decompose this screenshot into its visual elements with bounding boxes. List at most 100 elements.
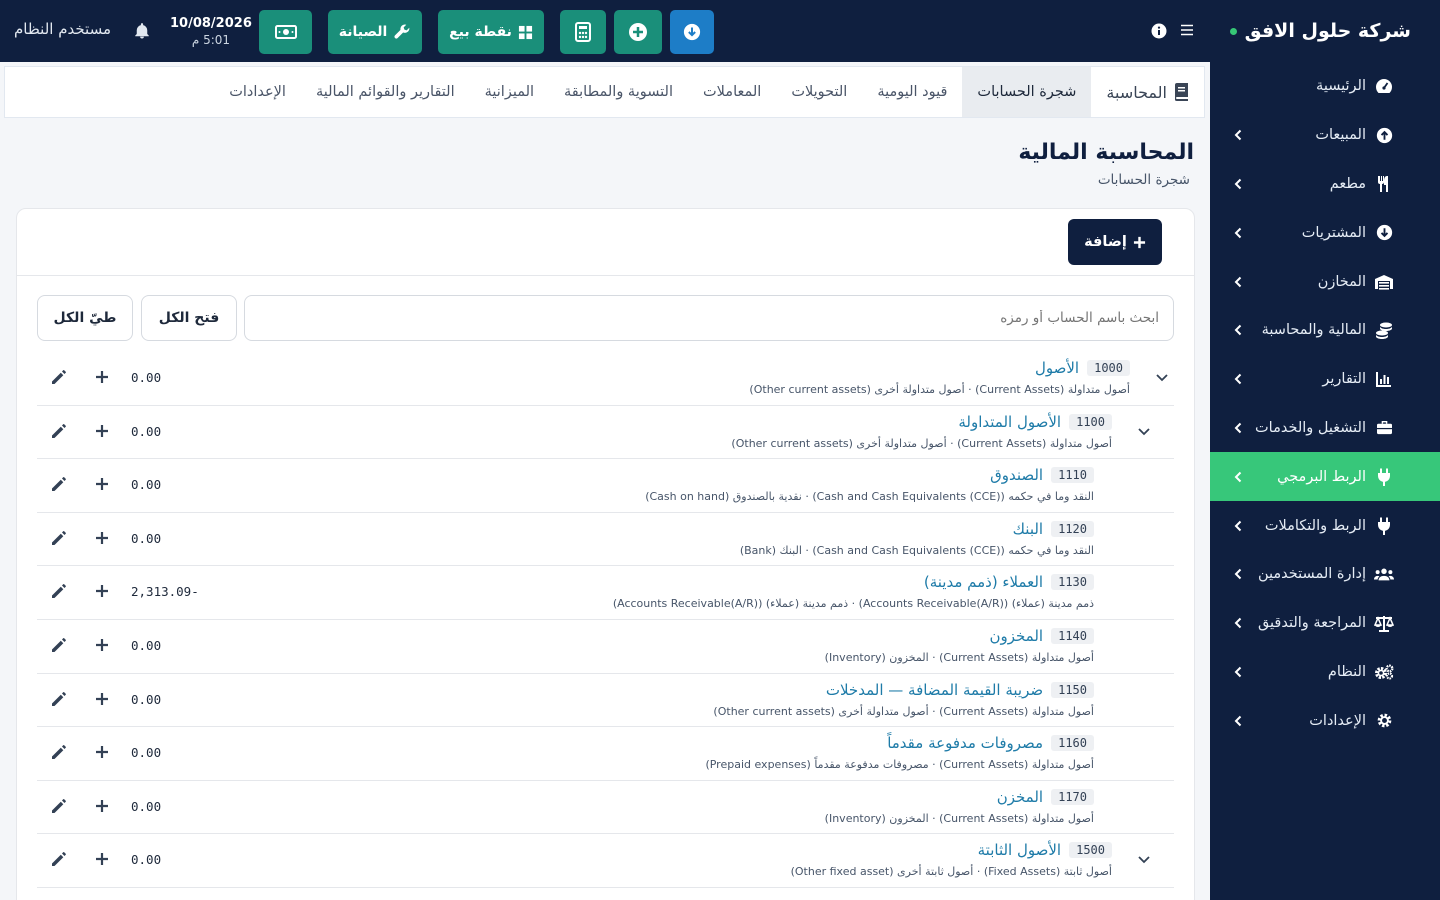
account-row[interactable]: 1140 المخزون أصول متداولة (Current Assets…: [37, 620, 1174, 674]
edit-icon[interactable]: [50, 690, 68, 708]
page-subtitle: شجرة الحسابات: [1097, 172, 1190, 188]
coins-icon: [1374, 320, 1394, 340]
tab-reconciliation[interactable]: التسوية والمطابقة: [549, 67, 688, 117]
account-name[interactable]: ضريبة القيمة المضافة — المدخلات: [826, 681, 1043, 699]
account-description: أصول متداولة (Current Assets) · أصول متد…: [713, 704, 1094, 718]
edit-icon[interactable]: [50, 743, 68, 761]
account-row[interactable]: 1170 المخزن أصول متداولة (Current Assets)…: [37, 781, 1174, 835]
account-row[interactable]: 1000 الأصول أصول متداولة (Current Assets)…: [37, 352, 1174, 406]
account-row[interactable]: 1120 البنك النقد وما في حكمه (Cash and Ca…: [37, 513, 1174, 567]
chevron-down-icon[interactable]: [1136, 851, 1152, 867]
add-child-icon[interactable]: [94, 691, 110, 707]
money-icon: [274, 25, 297, 39]
tab-accounting[interactable]: المحاسبة: [1091, 67, 1204, 117]
sidebar-item-purchases[interactable]: المشتريات: [1210, 208, 1440, 257]
sidebar-item-reports[interactable]: التقارير: [1210, 355, 1440, 404]
add-child-icon[interactable]: [94, 637, 110, 653]
chevron-left-icon: [1232, 471, 1244, 483]
tab-financial-reports[interactable]: التقارير والقوائم المالية: [301, 67, 470, 117]
add-child-icon[interactable]: [94, 798, 110, 814]
edit-icon[interactable]: [50, 529, 68, 547]
add-child-icon[interactable]: [94, 369, 110, 385]
bell-icon[interactable]: [133, 22, 151, 40]
edit-icon[interactable]: [50, 475, 68, 493]
chevron-left-icon: [1232, 373, 1244, 385]
account-name[interactable]: الأصول المتداولة: [958, 413, 1061, 431]
account-name[interactable]: المخزون: [989, 627, 1043, 645]
add-child-icon[interactable]: [94, 423, 110, 439]
edit-icon[interactable]: [50, 582, 68, 600]
maintenance-button[interactable]: الصيانة: [328, 10, 422, 54]
account-name[interactable]: الأصول: [1035, 359, 1079, 377]
chevron-down-icon[interactable]: [1154, 369, 1170, 385]
sidebar: شركة حلول الافق الرئيسية المبيعات مطعم ا…: [1210, 0, 1440, 900]
chevron-down-icon[interactable]: [1136, 423, 1152, 439]
add-child-icon[interactable]: [94, 476, 110, 492]
chevron-left-icon: [1232, 324, 1244, 336]
account-code: 1130: [1051, 574, 1094, 591]
add-new-button[interactable]: [614, 10, 662, 54]
account-row[interactable]: 1100 الأصول المتداولة أصول متداولة (Curre…: [37, 406, 1174, 460]
sidebar-item-api[interactable]: الربط البرمجي: [1210, 452, 1440, 502]
tab-transfers[interactable]: التحويلات: [776, 67, 862, 117]
add-child-icon[interactable]: [94, 744, 110, 760]
account-name[interactable]: المخزن: [997, 788, 1043, 806]
edit-icon[interactable]: [50, 422, 68, 440]
sidebar-item-users[interactable]: إدارة المستخدمين: [1210, 550, 1440, 599]
download-button[interactable]: [670, 10, 714, 54]
briefcase-icon: [1374, 418, 1394, 438]
sidebar-item-restaurant[interactable]: مطعم: [1210, 160, 1440, 209]
tab-label: الإعدادات: [229, 84, 286, 100]
account-row[interactable]: 1130 العملاء (ذمم مدينة) ذمم مدينة (عملاء…: [37, 566, 1174, 620]
edit-icon[interactable]: [50, 850, 68, 868]
time-text: 5:01 م: [191, 33, 231, 47]
cash-button[interactable]: [259, 10, 312, 54]
sidebar-item-sales[interactable]: المبيعات: [1210, 111, 1440, 160]
sidebar-item-system[interactable]: النظام: [1210, 648, 1440, 697]
gear-icon: [1374, 711, 1394, 731]
edit-icon[interactable]: [50, 368, 68, 386]
tab-settings[interactable]: الإعدادات: [214, 67, 301, 117]
tab-transactions[interactable]: المعاملات: [688, 67, 776, 117]
account-name[interactable]: البنك: [1013, 520, 1043, 538]
chevron-left-icon: [1232, 129, 1244, 141]
expand-all-button[interactable]: فتح الكل: [141, 295, 237, 341]
collapse-all-button[interactable]: طيّ الكل: [37, 295, 133, 341]
user-name[interactable]: مستخدم النظام: [14, 20, 111, 38]
book-icon: [1175, 83, 1188, 101]
tab-budget[interactable]: الميزانية: [470, 67, 549, 117]
info-icon[interactable]: [1151, 23, 1167, 39]
add-child-icon[interactable]: [94, 851, 110, 867]
account-name[interactable]: الصندوق: [990, 466, 1043, 484]
sidebar-item-settings[interactable]: الإعدادات: [1210, 696, 1440, 745]
add-child-icon[interactable]: [94, 530, 110, 546]
pos-button[interactable]: نقطة بيع: [438, 10, 544, 54]
edit-icon[interactable]: [50, 797, 68, 815]
add-account-button[interactable]: إضافة: [1068, 219, 1162, 265]
account-row[interactable]: 1110 الصندوق النقد وما في حكمه (Cash and …: [37, 459, 1174, 513]
sidebar-item-audit[interactable]: المراجعة والتدقيق: [1210, 599, 1440, 648]
search-input[interactable]: [244, 295, 1174, 341]
edit-icon[interactable]: [50, 636, 68, 654]
brand[interactable]: شركة حلول الافق: [1210, 0, 1440, 62]
account-balance: 0.00: [131, 798, 162, 814]
add-child-icon[interactable]: [94, 583, 110, 599]
expand-all-label: فتح الكل: [158, 310, 220, 326]
account-row[interactable]: 1500 الأصول الثابتة أصول ثابتة (Fixed Ass…: [37, 834, 1174, 888]
calculator-button[interactable]: [560, 10, 606, 54]
tab-journal-entries[interactable]: قيود اليومية: [862, 67, 962, 117]
menu-icon[interactable]: [1180, 23, 1194, 37]
tab-chart-of-accounts[interactable]: شجرة الحسابات: [962, 67, 1092, 117]
sidebar-item-operations[interactable]: التشغيل والخدمات: [1210, 404, 1440, 453]
tab-label: التقارير والقوائم المالية: [315, 84, 455, 100]
account-row[interactable]: 1160 مصروفات مدفوعة مقدماً أصول متداولة (…: [37, 727, 1174, 781]
sidebar-item-home[interactable]: الرئيسية: [1210, 62, 1440, 111]
sidebar-item-integrations[interactable]: الربط والتكاملات: [1210, 501, 1440, 550]
sidebar-item-finance[interactable]: المالية والمحاسبة: [1210, 306, 1440, 355]
account-name[interactable]: مصروفات مدفوعة مقدماً: [887, 734, 1043, 752]
tab-label: شجرة الحسابات: [977, 84, 1077, 100]
account-name[interactable]: العملاء (ذمم مدينة): [924, 573, 1043, 591]
sidebar-item-warehouses[interactable]: المخازن: [1210, 257, 1440, 306]
account-name[interactable]: الأصول الثابتة: [978, 841, 1061, 859]
account-row[interactable]: 1150 ضريبة القيمة المضافة — المدخلات أصول…: [37, 674, 1174, 728]
